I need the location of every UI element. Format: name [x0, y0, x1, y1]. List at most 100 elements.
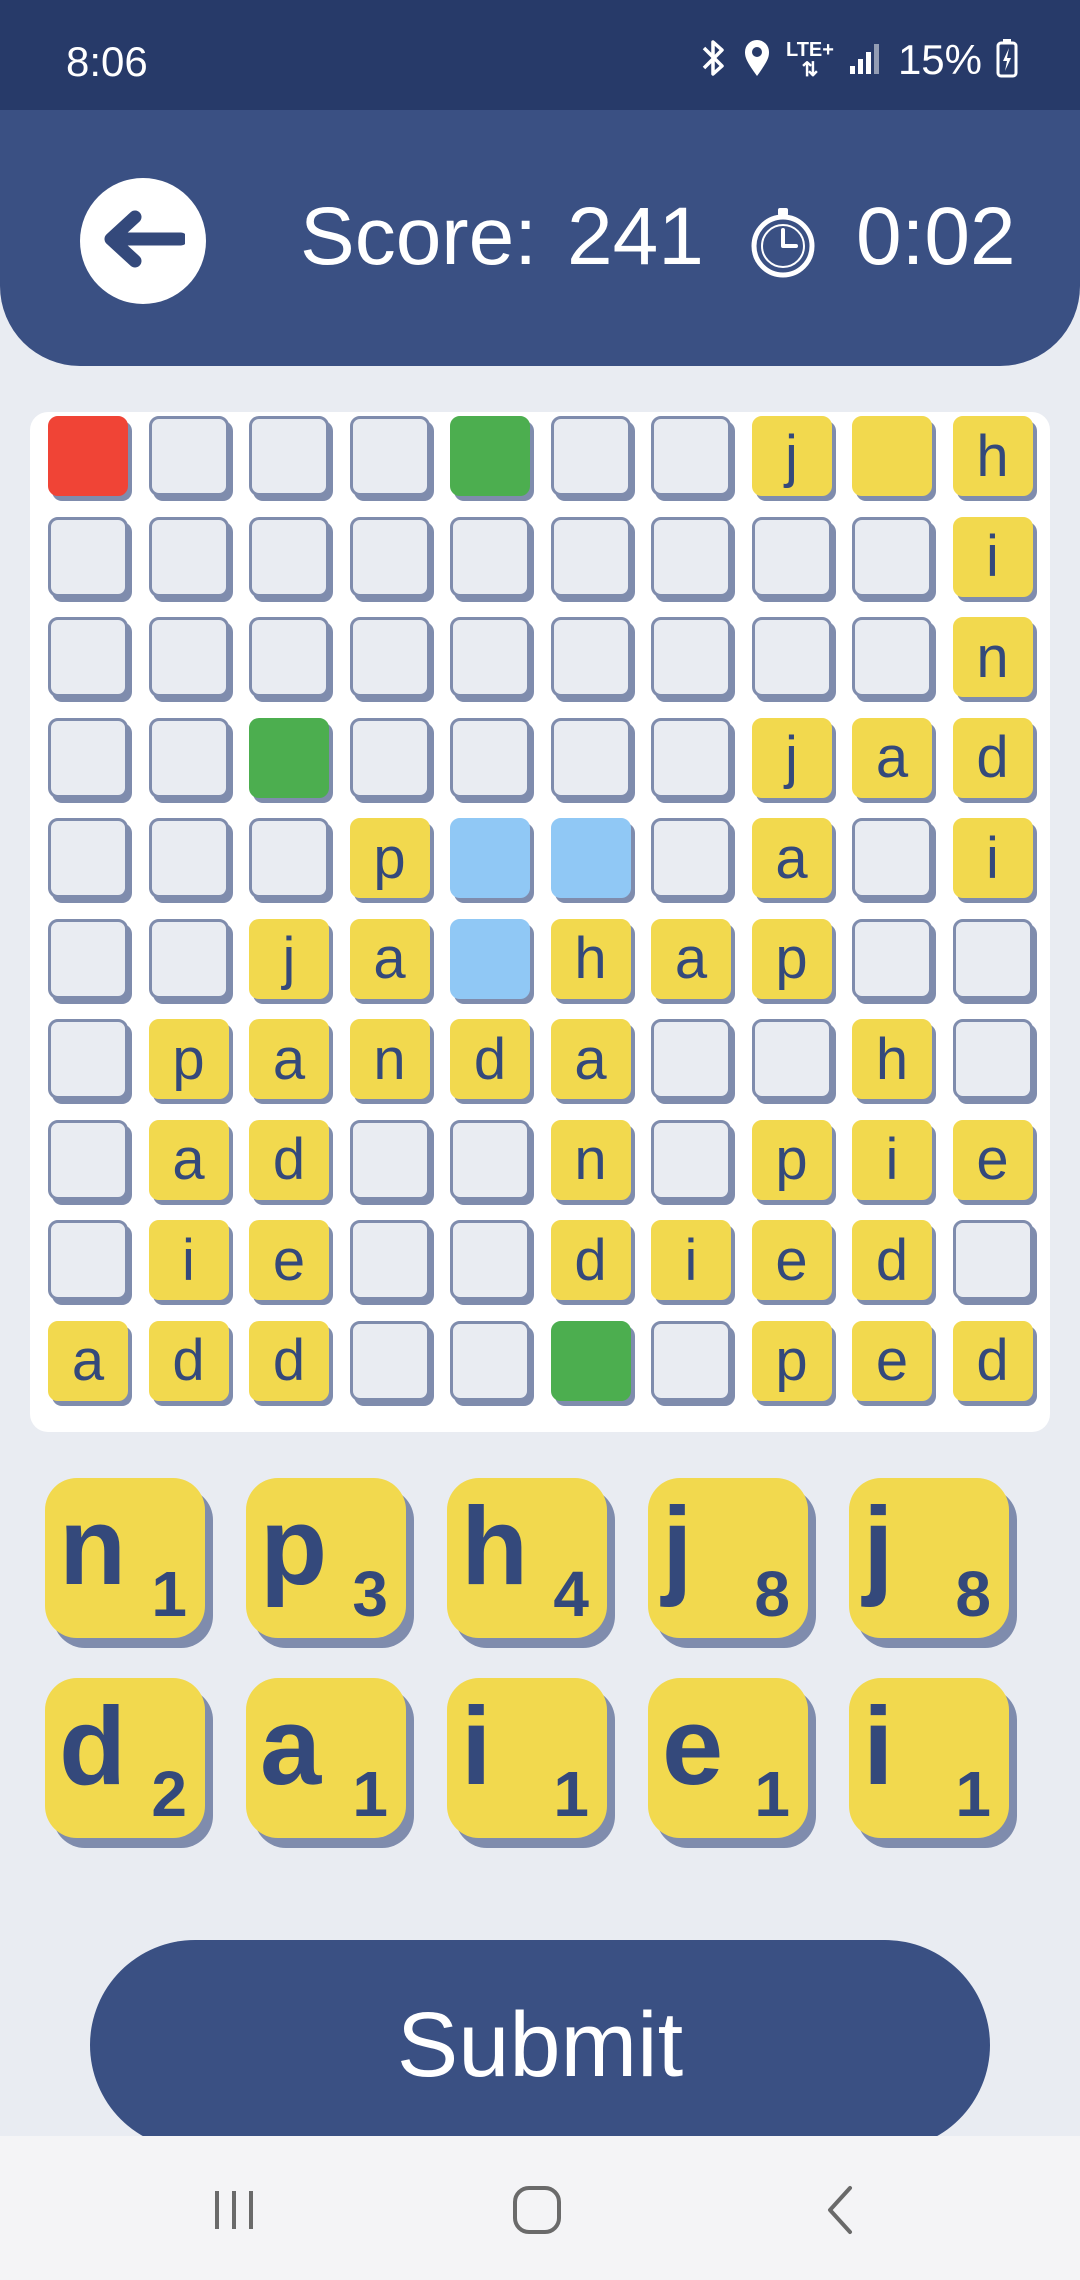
board-cell-r9-c2[interactable]: d — [249, 1320, 329, 1401]
board-cell-r0-c6[interactable] — [651, 416, 731, 496]
board-cell-r9-c9[interactable]: d — [952, 1320, 1033, 1401]
board-cell-r7-c9[interactable]: e — [952, 1119, 1033, 1200]
board-cell-r3-c5[interactable] — [550, 717, 631, 798]
board-cell-r4-c2[interactable] — [249, 818, 329, 898]
board-cell-r5-c9[interactable] — [952, 918, 1033, 999]
board-cell-r5-c7[interactable]: p — [751, 918, 832, 999]
board-cell-r6-c2[interactable]: a — [249, 1019, 329, 1099]
board-cell-r9-c5[interactable] — [550, 1320, 631, 1401]
board-cell-r3-c7[interactable]: j — [751, 717, 832, 798]
recents-button[interactable] — [194, 2172, 274, 2252]
board-cell-r0-c0[interactable] — [48, 416, 128, 496]
board-cell-r1-c2[interactable] — [249, 516, 329, 597]
board-cell-r7-c6[interactable] — [651, 1119, 731, 1200]
board-cell-r6-c3[interactable]: n — [349, 1019, 430, 1099]
board-cell-r4-c8[interactable] — [852, 818, 932, 898]
board-cell-r7-c1[interactable]: a — [148, 1119, 229, 1200]
board-cell-r5-c6[interactable]: a — [651, 918, 731, 999]
rack-tile[interactable]: a1 — [246, 1678, 406, 1838]
board-cell-r5-c8[interactable] — [852, 918, 932, 999]
board-cell-r0-c1[interactable] — [148, 416, 229, 496]
board-cell-r1-c8[interactable] — [852, 516, 932, 597]
board-cell-r5-c3[interactable]: a — [349, 918, 430, 999]
board-cell-r6-c5[interactable]: a — [550, 1019, 631, 1099]
board-cell-r9-c3[interactable] — [349, 1320, 430, 1401]
board-cell-r1-c9[interactable]: i — [952, 516, 1033, 597]
board-cell-r7-c2[interactable]: d — [249, 1119, 329, 1200]
board-cell-r9-c0[interactable]: a — [48, 1320, 128, 1401]
board-cell-r5-c2[interactable]: j — [249, 918, 329, 999]
board-cell-r0-c2[interactable] — [249, 416, 329, 496]
board-cell-r5-c0[interactable] — [48, 918, 128, 999]
board-cell-r4-c1[interactable] — [148, 818, 229, 898]
board-cell-r5-c5[interactable]: h — [550, 918, 631, 999]
board-cell-r4-c6[interactable] — [651, 818, 731, 898]
board-cell-r4-c0[interactable] — [48, 818, 128, 898]
board-cell-r3-c1[interactable] — [148, 717, 229, 798]
rack-tile[interactable]: j8 — [648, 1478, 808, 1638]
board-cell-r5-c1[interactable] — [148, 918, 229, 999]
board-cell-r8-c0[interactable] — [48, 1220, 128, 1300]
board-cell-r1-c1[interactable] — [148, 516, 229, 597]
board-cell-r6-c4[interactable]: d — [450, 1019, 530, 1099]
board-cell-r0-c8[interactable] — [852, 416, 932, 496]
board-cell-r7-c4[interactable] — [450, 1119, 530, 1200]
board-cell-r0-c9[interactable]: h — [952, 416, 1033, 496]
board-cell-r2-c5[interactable] — [550, 617, 631, 697]
board-cell-r0-c4[interactable] — [450, 416, 530, 496]
board-cell-r8-c6[interactable]: i — [651, 1220, 731, 1300]
board-cell-r2-c3[interactable] — [349, 617, 430, 697]
rack-tile[interactable]: d2 — [45, 1678, 205, 1838]
rack-tile[interactable]: e1 — [648, 1678, 808, 1838]
rack-tile[interactable]: i1 — [447, 1678, 607, 1838]
board-cell-r3-c6[interactable] — [651, 717, 731, 798]
home-button[interactable] — [497, 2172, 577, 2252]
board-cell-r6-c7[interactable] — [751, 1019, 832, 1099]
board-cell-r3-c4[interactable] — [450, 717, 530, 798]
board-cell-r2-c8[interactable] — [852, 617, 932, 697]
board-cell-r4-c9[interactable]: i — [952, 818, 1033, 898]
board-cell-r2-c7[interactable] — [751, 617, 832, 697]
board-cell-r2-c6[interactable] — [651, 617, 731, 697]
nav-back-button[interactable] — [800, 2172, 880, 2252]
board-cell-r8-c7[interactable]: e — [751, 1220, 832, 1300]
board-cell-r1-c6[interactable] — [651, 516, 731, 597]
board-cell-r2-c2[interactable] — [249, 617, 329, 697]
rack-tile[interactable]: h4 — [447, 1478, 607, 1638]
board-cell-r6-c8[interactable]: h — [852, 1019, 932, 1099]
board-cell-r2-c9[interactable]: n — [952, 617, 1033, 697]
board-cell-r6-c6[interactable] — [651, 1019, 731, 1099]
board-cell-r0-c7[interactable]: j — [751, 416, 832, 496]
board-cell-r2-c4[interactable] — [450, 617, 530, 697]
board-cell-r5-c4[interactable] — [450, 918, 530, 999]
back-button[interactable] — [80, 178, 206, 304]
board-cell-r3-c3[interactable] — [349, 717, 430, 798]
board-cell-r9-c6[interactable] — [651, 1320, 731, 1401]
board-cell-r4-c3[interactable]: p — [349, 818, 430, 898]
board-cell-r8-c4[interactable] — [450, 1220, 530, 1300]
board-cell-r4-c7[interactable]: a — [751, 818, 832, 898]
board-cell-r1-c4[interactable] — [450, 516, 530, 597]
board-cell-r9-c4[interactable] — [450, 1320, 530, 1401]
board-cell-r8-c5[interactable]: d — [550, 1220, 631, 1300]
board-cell-r6-c1[interactable]: p — [148, 1019, 229, 1099]
rack-tile[interactable]: i1 — [849, 1678, 1009, 1838]
board-cell-r7-c0[interactable] — [48, 1119, 128, 1200]
rack-tile[interactable]: j8 — [849, 1478, 1009, 1638]
board-cell-r1-c7[interactable] — [751, 516, 832, 597]
board-cell-r9-c8[interactable]: e — [852, 1320, 932, 1401]
board-cell-r0-c3[interactable] — [349, 416, 430, 496]
board-cell-r8-c2[interactable]: e — [249, 1220, 329, 1300]
board-cell-r2-c1[interactable] — [148, 617, 229, 697]
board-cell-r9-c1[interactable]: d — [148, 1320, 229, 1401]
board-cell-r3-c0[interactable] — [48, 717, 128, 798]
board-cell-r6-c9[interactable] — [952, 1019, 1033, 1099]
rack-tile[interactable]: n1 — [45, 1478, 205, 1638]
board-cell-r2-c0[interactable] — [48, 617, 128, 697]
board-cell-r7-c7[interactable]: p — [751, 1119, 832, 1200]
board-cell-r1-c0[interactable] — [48, 516, 128, 597]
board-cell-r7-c8[interactable]: i — [852, 1119, 932, 1200]
board-cell-r0-c5[interactable] — [550, 416, 631, 496]
board-cell-r8-c1[interactable]: i — [148, 1220, 229, 1300]
board-cell-r8-c8[interactable]: d — [852, 1220, 932, 1300]
